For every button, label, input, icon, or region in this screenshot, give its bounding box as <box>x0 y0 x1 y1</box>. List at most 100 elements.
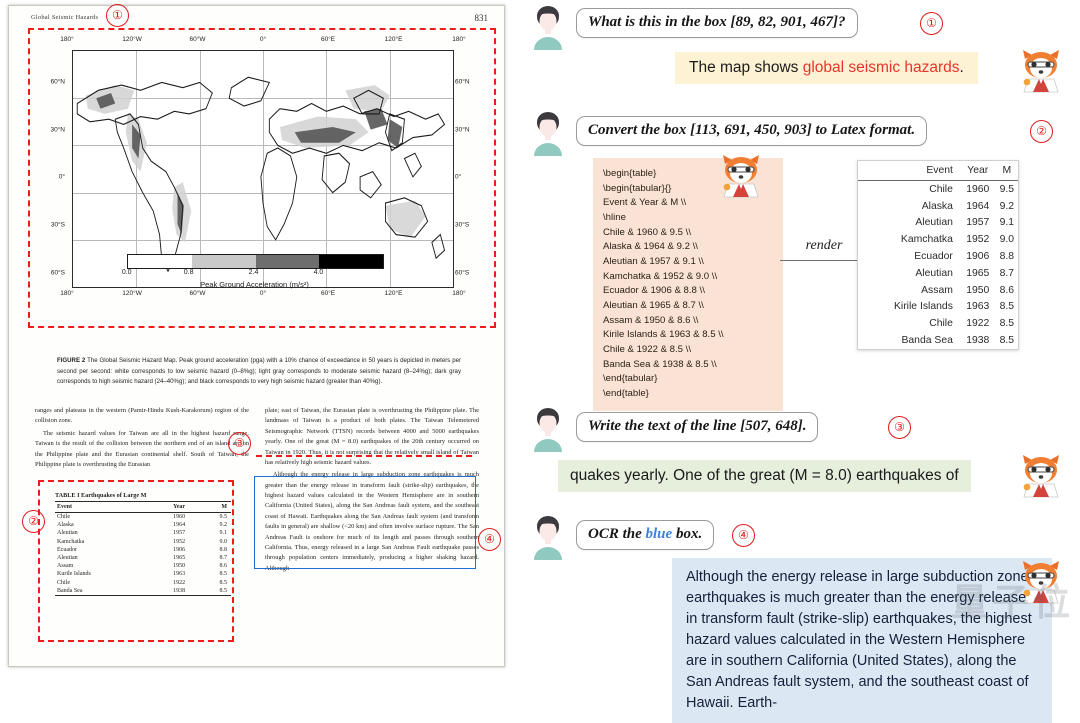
lon-top-1: 120°W <box>122 36 142 43</box>
lon-bot-4: 60°E <box>320 290 336 297</box>
cell-event: Banda Sea <box>55 586 162 596</box>
cell-year: 1938 <box>161 586 197 596</box>
rendered-table-body: Chile 1960 9.5 Alaska 1964 9.2 Aleutian 1957 9… <box>858 181 1018 349</box>
question-bubble-2: Convert the box [113, 691, 450, 903] to … <box>576 116 928 146</box>
lat-right-0: 60°N <box>455 78 470 86</box>
world-hazard-map <box>72 50 454 288</box>
assistant-fox-icon <box>1023 455 1059 498</box>
page-running-title: Global Seismic Hazards <box>31 14 99 21</box>
lon-top-0: 180° <box>60 36 74 43</box>
right-para-0: plate; east of Taiwan, the Eurasian plat… <box>265 407 479 466</box>
answer-1-suffix: . <box>959 59 964 76</box>
answer-bubble-1: The map shows global seismic hazards. <box>675 52 978 84</box>
app-root: Global Seismic Hazards 831 180° 120°W 60… <box>0 0 1080 723</box>
right-para-1: Although the energy release in large sub… <box>265 471 479 572</box>
assistant-fox-icon <box>1023 561 1059 604</box>
cell-year: 1952 <box>966 234 990 246</box>
lon-top-5: 120°E <box>384 36 403 43</box>
table-row: Chile 1922 8.5 <box>55 579 231 587</box>
cell-event: Ecuador <box>57 546 77 553</box>
annotation-marker-3: ③ <box>228 432 251 455</box>
world-coastlines-icon <box>76 76 446 273</box>
rt-th-event: Event <box>858 161 960 181</box>
chat-marker-2: ② <box>1030 120 1053 143</box>
answer-4-text: Although the energy release in large sub… <box>686 569 1032 712</box>
question-bubble-3: Write the text of the line [507, 648]. <box>576 412 819 442</box>
table-row: Aleutian 1957 9.1 <box>858 215 1018 232</box>
chat-marker-3: ③ <box>888 416 911 439</box>
table-row: Assam 1950 8.6 <box>858 282 1018 299</box>
cbar-tick-1: 0.8 <box>183 269 194 276</box>
cell-event: Aleutian <box>915 267 953 279</box>
user-avatar-icon <box>534 6 562 50</box>
question-text-2: Convert the box [113, 691, 450, 903] to … <box>588 122 916 138</box>
chat-marker-1: ① <box>920 12 943 35</box>
lat-right-1: 30°N <box>455 126 470 134</box>
lon-bot-0: 180° <box>60 290 74 297</box>
document-pane: Global Seismic Hazards 831 180° 120°W 60… <box>0 0 520 670</box>
document-page: Global Seismic Hazards 831 180° 120°W 60… <box>8 5 505 667</box>
cell-event: Chile <box>57 514 70 521</box>
rendered-table-header-row: Event Year M <box>858 161 1018 181</box>
answer-1-highlight: global seismic hazards <box>802 59 960 76</box>
lon-bot-3: 0° <box>259 290 267 297</box>
cell-event: Aleutian <box>57 530 78 537</box>
user-avatar-icon <box>534 112 562 156</box>
cbar-tick-0: 0.0 <box>121 269 132 276</box>
doc-th-year: Year <box>161 501 197 513</box>
map-lat-axis-left: 60°N 30°N 0° 30°S 60°S <box>37 50 67 288</box>
question-bubble-4: OCR the blue box. <box>576 520 715 550</box>
cell-m: 8.6 <box>219 563 228 570</box>
cell-event: Chile <box>57 579 70 586</box>
cell-event: Alaska <box>57 522 74 529</box>
page-number: 831 <box>474 13 489 23</box>
figure-2: 180° 120°W 60°W 0° 60°E 120°E 180° 60°N … <box>31 34 483 334</box>
table-row: Aleutian 1965 8.7 <box>858 265 1018 282</box>
lon-bot-5: 120°E <box>384 290 403 297</box>
cell-m: 8.6 <box>999 284 1015 296</box>
cell-year: 1960 <box>966 183 990 195</box>
table-row: Kamchatka 1952 9.0 <box>55 538 231 546</box>
cell-event: Banda Sea <box>901 334 953 346</box>
map-lon-axis-top: 180° 120°W 60°W 0° 60°E 120°E 180° <box>60 36 465 46</box>
cell-m: 8.5 <box>999 301 1015 313</box>
rt-th-year: Year <box>959 161 996 181</box>
cell-year: 1950 <box>173 563 186 570</box>
table-row: Chile 1960 9.5 <box>858 181 1018 198</box>
lat-right-3: 30°S <box>455 221 470 229</box>
cell-year: 1922 <box>966 318 990 330</box>
cell-m: 8.5 <box>219 571 228 578</box>
cell-m: 9.2 <box>219 522 228 529</box>
table-row: Chile 1960 9.5 <box>55 513 231 522</box>
table-row: Aleutian 1957 9.1 <box>55 529 231 537</box>
cell-year: 1960 <box>173 514 186 521</box>
cell-m: 8.5 <box>219 579 228 586</box>
cell-event: Kurile Islands <box>57 571 91 578</box>
body-left-column: ranges and plateaus in the western (Pami… <box>35 406 249 472</box>
lon-top-2: 60°W <box>189 36 206 43</box>
lat-left-0: 60°N <box>50 78 65 86</box>
cell-m: 8.5 <box>999 334 1015 346</box>
lat-left-4: 60°S <box>50 269 65 277</box>
cell-m: 8.8 <box>999 251 1015 263</box>
left-para-0: ranges and plateaus in the western (Pami… <box>35 407 249 425</box>
chat-pane: What is this in the box [89, 82, 901, 46… <box>520 0 1080 723</box>
table-row: Banda Sea 1938 8.5 <box>858 332 1018 349</box>
cell-year: 1964 <box>173 522 186 529</box>
cell-m: 9.1 <box>999 217 1015 229</box>
annotation-marker-4: ④ <box>478 528 501 551</box>
cell-year: 1965 <box>966 267 990 279</box>
cell-year: 1906 <box>173 546 186 553</box>
doc-table-body: Chile 1960 9.5 Alaska 1964 9.2 Aleutian 1957 9… <box>55 513 231 596</box>
answer-1-prefix: The map shows <box>689 59 803 76</box>
map-lat-axis-right: 60°N 30°N 0° 30°S 60°S <box>453 50 483 288</box>
rt-th-m: M <box>995 161 1018 181</box>
lon-top-4: 60°E <box>320 36 336 43</box>
cell-event: Chile <box>929 318 953 330</box>
table-row: Aleutian 1965 8.7 <box>55 554 231 562</box>
cell-m: 8.5 <box>999 318 1015 330</box>
lon-bot-1: 120°W <box>122 290 142 297</box>
colorbar-ticks: 0.0 0.8 2.4 4.0 <box>109 269 404 279</box>
map-colorbar <box>127 254 384 269</box>
table-header-row: Event Year M <box>55 501 231 513</box>
